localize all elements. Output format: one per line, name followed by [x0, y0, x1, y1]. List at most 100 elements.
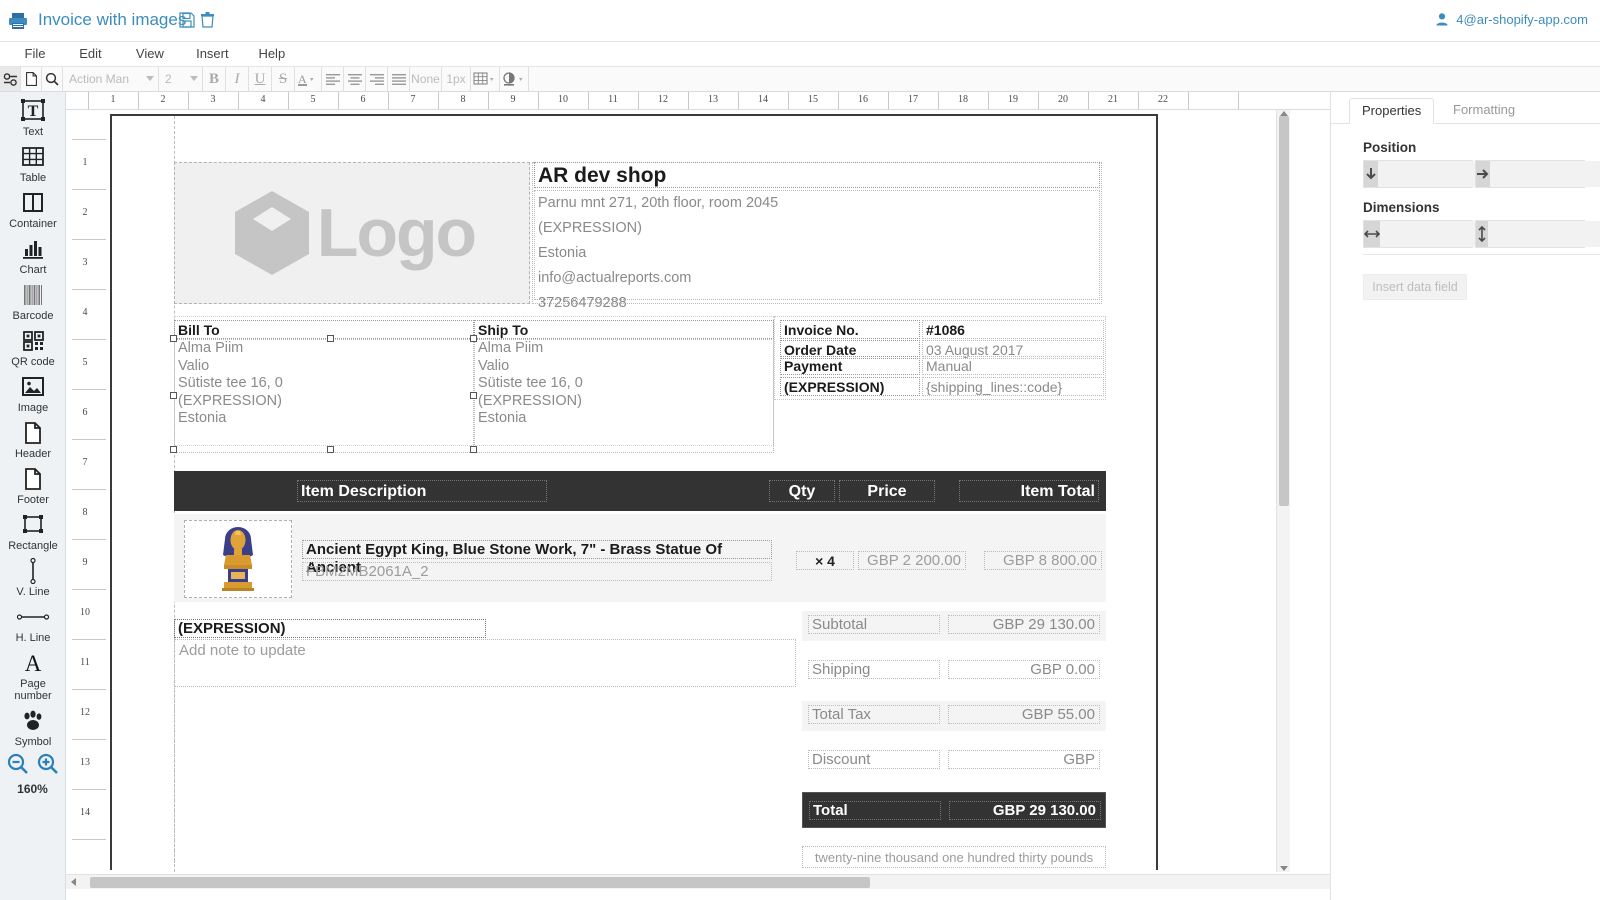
scroll-down-arrow[interactable] [1280, 866, 1288, 871]
product-image[interactable] [184, 520, 292, 598]
bold-button[interactable]: B [203, 67, 226, 91]
sidebar-tool-h-line[interactable]: H. Line [0, 598, 65, 644]
border-width-select[interactable]: 1px [442, 67, 471, 91]
ruler-label: 3 [82, 257, 88, 268]
sidebar-tool-image[interactable]: Image [0, 368, 65, 414]
underline-button[interactable]: U [249, 67, 272, 91]
sidebar-tool-page-number[interactable]: A Page number [0, 644, 65, 702]
selection-handle-sw[interactable] [170, 446, 177, 453]
trash-icon[interactable] [200, 12, 215, 33]
border-style-select[interactable]: None [410, 67, 442, 91]
menu-item-edit[interactable]: Edit [64, 42, 116, 65]
sidebar-tool-qrcode[interactable]: QR code [0, 322, 65, 368]
insert-data-field-button[interactable]: Insert data field [1363, 274, 1467, 300]
user-account[interactable]: 4@ar-shopify-app.com [1436, 12, 1588, 27]
selection-handle-nw[interactable] [170, 335, 177, 342]
vertical-scrollbar[interactable] [1276, 110, 1290, 872]
printer-icon[interactable] [8, 12, 28, 35]
item-qty[interactable]: × 4 [796, 551, 854, 570]
item-total[interactable]: GBP 8 800.00 [984, 551, 1102, 570]
selection-handle-n[interactable] [327, 335, 334, 342]
sidebar-tool-v-line[interactable]: V. Line [0, 552, 65, 598]
note-input[interactable]: Add note to update [174, 639, 796, 687]
menu-item-file[interactable]: File [10, 42, 60, 65]
scroll-left-arrow[interactable] [71, 878, 76, 886]
horizontal-scroll-thumb[interactable] [90, 877, 870, 888]
position-y-field[interactable] [1363, 160, 1562, 188]
fill-color-icon[interactable] [500, 67, 529, 91]
item-header-price[interactable]: Price [839, 480, 935, 502]
item-header-qty[interactable]: Qty [769, 480, 835, 502]
selection-handle-s[interactable] [327, 446, 334, 453]
text-color-icon[interactable]: A [295, 67, 322, 91]
item-price[interactable]: GBP 2 200.00 [858, 551, 966, 570]
design-canvas[interactable]: Logo AR dev shop Parnu mnt 271, 20th flo… [106, 110, 1330, 872]
sidebar-tool-symbol[interactable]: Symbol [0, 702, 65, 748]
total-value: GBP [948, 750, 1100, 769]
menu-item-view[interactable]: View [121, 42, 179, 65]
selection-handle-w[interactable] [170, 392, 177, 399]
company-address[interactable]: Parnu mnt 271, 20th floor, room 2045 (EX… [534, 190, 1100, 311]
invoice-meta-box [774, 316, 1106, 400]
table-borders-icon[interactable] [471, 67, 500, 91]
total-row-grand-total[interactable]: Total GBP 29 130.00 [802, 792, 1106, 828]
position-x-field[interactable] [1475, 160, 1600, 188]
zoom-in-icon[interactable] [36, 752, 60, 781]
ruler-tick [688, 92, 689, 109]
font-size-select[interactable]: 2 [159, 67, 203, 91]
ruler-tick [72, 239, 106, 240]
ruler-tick [288, 92, 289, 109]
strikethrough-button[interactable]: S [272, 67, 295, 91]
tab-properties[interactable]: Properties [1349, 98, 1435, 124]
selection-handle-e[interactable] [470, 392, 477, 399]
total-value: GBP 55.00 [948, 705, 1100, 724]
menu-item-help[interactable]: Help [246, 42, 298, 65]
ruler-tick [488, 92, 489, 109]
sidebar-tool-rectangle[interactable]: Rectangle [0, 506, 65, 552]
width-field[interactable] [1363, 220, 1564, 248]
sidebar-tool-barcode[interactable]: Barcode [0, 276, 65, 322]
align-left-button[interactable] [322, 67, 344, 91]
item-header-total[interactable]: Item Total [959, 480, 1099, 502]
tab-formatting[interactable]: Formatting [1441, 98, 1527, 124]
align-right-button[interactable] [366, 67, 388, 91]
logo-placeholder-box[interactable]: Logo [174, 162, 530, 304]
sidebar-tool-footer[interactable]: Footer [0, 460, 65, 506]
align-center-button[interactable] [344, 67, 366, 91]
total-row-total-tax[interactable]: Total Tax GBP 55.00 [802, 701, 1106, 731]
settings-icon[interactable] [0, 67, 21, 91]
sidebar-tool-table[interactable]: Table [0, 138, 65, 184]
horizontal-scrollbar[interactable] [66, 874, 1330, 889]
height-input[interactable] [1488, 221, 1600, 247]
selection-handle-se[interactable] [470, 446, 477, 453]
position-x-input[interactable] [1490, 161, 1600, 187]
selection-handle-ne[interactable] [470, 335, 477, 342]
search-icon[interactable] [42, 67, 63, 91]
height-field[interactable] [1475, 220, 1600, 248]
total-row-shipping[interactable]: Shipping GBP 0.00 [802, 656, 1106, 686]
ruler-tick [72, 439, 106, 440]
menu-item-insert[interactable]: Insert [183, 42, 241, 65]
sidebar-tool-chart[interactable]: Chart [0, 230, 65, 276]
page-icon[interactable] [21, 67, 42, 91]
total-row-subtotal[interactable]: Subtotal GBP 29 130.00 [802, 611, 1106, 641]
font-family-select[interactable]: Action Man [63, 67, 159, 91]
document-page[interactable]: Logo AR dev shop Parnu mnt 271, 20th flo… [110, 114, 1158, 872]
company-name[interactable]: AR dev shop [534, 162, 1100, 188]
item-header-description[interactable]: Item Description [297, 480, 547, 502]
ruler-tick [72, 689, 106, 690]
sidebar-tool-text[interactable]: T Text [0, 92, 65, 138]
total-row-discount[interactable]: Discount GBP [802, 746, 1106, 776]
vertical-scroll-thumb[interactable] [1279, 116, 1289, 506]
align-justify-button[interactable] [388, 67, 410, 91]
item-description[interactable]: Ancient Egypt King, Blue Stone Work, 7" … [302, 540, 772, 576]
amount-in-words[interactable]: twenty-nine thousand one hundred thirty … [802, 846, 1106, 868]
save-icon[interactable] [179, 12, 195, 33]
item-sku[interactable]: FBM2MB2061A_2 [302, 562, 772, 581]
note-expression[interactable]: (EXPRESSION) [174, 619, 486, 638]
ruler-tick [72, 389, 106, 390]
sidebar-tool-header[interactable]: Header [0, 414, 65, 460]
italic-button[interactable]: I [226, 67, 249, 91]
zoom-out-icon[interactable] [6, 752, 30, 781]
sidebar-tool-container[interactable]: Container [0, 184, 65, 230]
